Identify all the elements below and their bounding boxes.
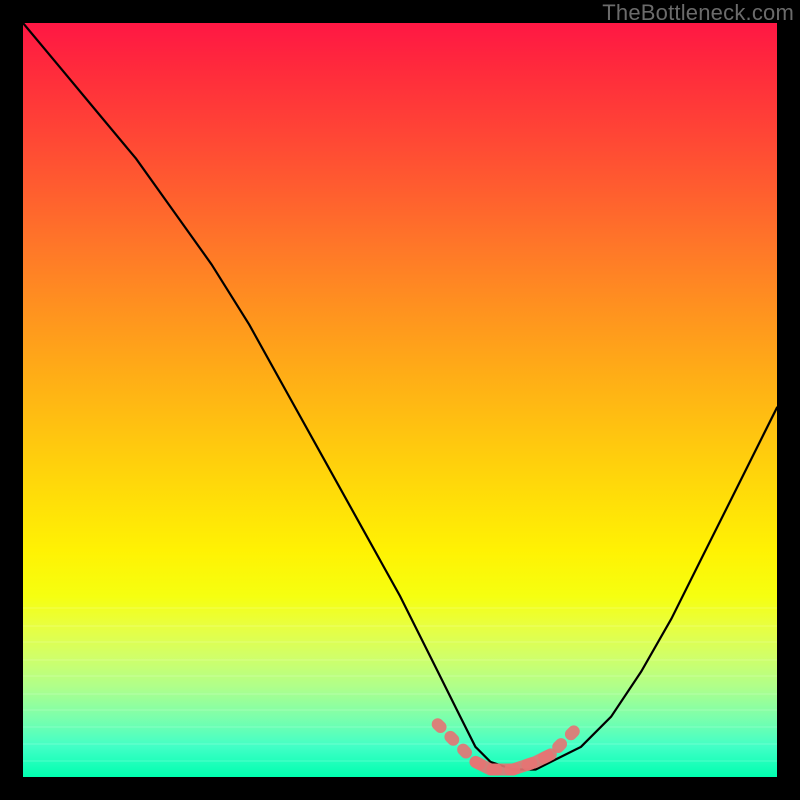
plot-area: [23, 23, 777, 777]
curve-layer: [23, 23, 777, 777]
bottleneck-chart: TheBottleneck.com: [0, 0, 800, 800]
optimal-range-dots: [438, 724, 581, 769]
bottleneck-curve: [23, 23, 777, 770]
